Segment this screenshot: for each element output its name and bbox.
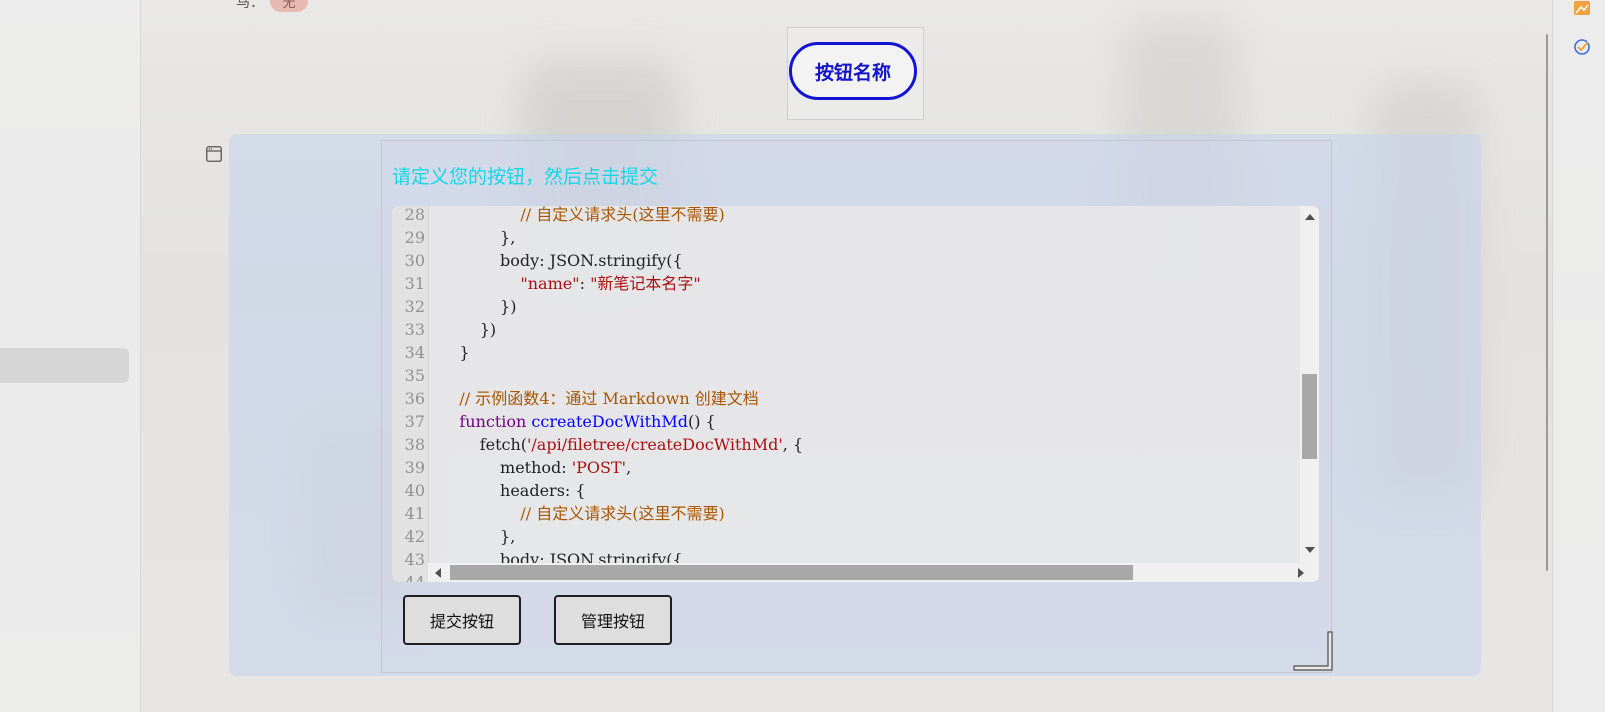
code-token: },	[439, 228, 516, 247]
line-number: 34	[404, 343, 425, 362]
line-number: 28	[404, 206, 425, 224]
submit-button[interactable]: 提交按钮	[403, 595, 521, 645]
right-dock	[1552, 0, 1605, 712]
code-line[interactable]: fetch('/api/filetree/createDocWithMd', {	[439, 433, 803, 456]
sidebar-selected-item[interactable]	[0, 348, 129, 383]
code-token: () {	[687, 412, 716, 431]
code-token: , {	[782, 435, 804, 454]
code-token: ccreateDocWithMd	[531, 412, 688, 431]
line-number: 41	[404, 504, 425, 523]
line-number: 42	[404, 527, 425, 546]
code-token: 'POST'	[571, 458, 627, 477]
code-line[interactable]: }	[439, 341, 470, 364]
top-tag-pill[interactable]: 无	[270, 0, 308, 12]
code-token: }	[439, 343, 470, 362]
code-line[interactable]: // 自定义请求头(这里不需要)	[439, 502, 725, 525]
code-line[interactable]: body: JSON.stringify({	[439, 249, 683, 272]
code-line[interactable]: })	[439, 318, 496, 341]
line-number: 44	[392, 571, 425, 582]
line-number: 33	[404, 320, 425, 339]
form-heading: 请定义您的按钮，然后点击提交	[392, 167, 659, 188]
scroll-right-arrow-icon[interactable]	[1298, 568, 1304, 578]
code-line[interactable]: function ccreateDocWithMd() {	[439, 410, 716, 433]
code-token: },	[439, 527, 516, 546]
vertical-scroll-thumb[interactable]	[1302, 374, 1317, 459]
code-token: })	[439, 320, 497, 339]
code-line[interactable]: method: 'POST',	[439, 456, 631, 479]
scroll-down-arrow-icon[interactable]	[1305, 547, 1315, 553]
horizontal-scrollbar[interactable]	[428, 563, 1319, 582]
line-number: 39	[404, 458, 425, 477]
code-line[interactable]: // 示例函数4：通过 Markdown 创建文档	[439, 387, 759, 410]
code-token: // 自定义请求头(这里不需要)	[520, 504, 725, 523]
button-preview[interactable]: 按钮名称	[789, 42, 917, 100]
resize-handle-icon[interactable]	[1292, 630, 1336, 674]
image-icon[interactable]	[1573, 0, 1591, 18]
line-number: 40	[404, 481, 425, 500]
code-token: method:	[439, 458, 572, 477]
code-token: "新笔记本名字"	[590, 274, 701, 293]
browser-window-icon[interactable]	[206, 146, 222, 162]
code-line[interactable]: "name": "新笔记本名字"	[439, 272, 701, 295]
code-token: body: JSON.stringify({	[439, 251, 683, 270]
code-token: ,	[626, 458, 632, 477]
line-number: 32	[404, 297, 425, 316]
code-editor[interactable]: 28 29 30 31 32 33 34 35 36 37 38 39 40 41 42 43 44 // 自定…	[392, 206, 1319, 582]
line-number: 29	[404, 228, 425, 247]
code-token: fetch(	[439, 435, 528, 454]
code-token: :	[579, 274, 591, 293]
right-scrollbar[interactable]	[1546, 34, 1548, 571]
line-number: 43	[404, 550, 425, 569]
code-line[interactable]: },	[439, 226, 515, 249]
code-line[interactable]: },	[439, 525, 515, 548]
line-number: 35	[404, 366, 425, 385]
code-token: function	[459, 412, 527, 431]
code-token: '/api/filetree/createDocWithMd'	[527, 435, 783, 454]
line-number: 36	[404, 389, 425, 408]
line-number-gutter: 28 29 30 31 32 33 34 35 36 37 38 39 40 41 42 43 44	[392, 206, 429, 582]
scroll-left-arrow-icon[interactable]	[435, 568, 441, 578]
line-number: 37	[404, 412, 425, 431]
horizontal-scroll-thumb[interactable]	[450, 565, 1133, 580]
code-line[interactable]: // 自定义请求头(这里不需要)	[439, 206, 725, 226]
line-number: 31	[404, 274, 425, 293]
manage-buttons-button[interactable]: 管理按钮	[554, 595, 672, 645]
vertical-scrollbar[interactable]	[1300, 206, 1319, 563]
code-token: "name"	[520, 274, 580, 293]
code-token: })	[439, 297, 517, 316]
code-token: // 自定义请求头(这里不需要)	[520, 206, 725, 224]
code-line[interactable]: })	[439, 295, 516, 318]
check-circle-icon[interactable]	[1573, 38, 1591, 56]
code-token: headers: {	[439, 481, 586, 500]
line-number: 38	[404, 435, 425, 454]
line-number: 30	[404, 251, 425, 270]
scroll-up-arrow-icon[interactable]	[1305, 214, 1315, 220]
code-line[interactable]: headers: {	[439, 479, 586, 502]
code-token: // 示例函数4：通过 Markdown 创建文档	[459, 389, 759, 408]
top-partial-text: 马：	[236, 0, 264, 10]
